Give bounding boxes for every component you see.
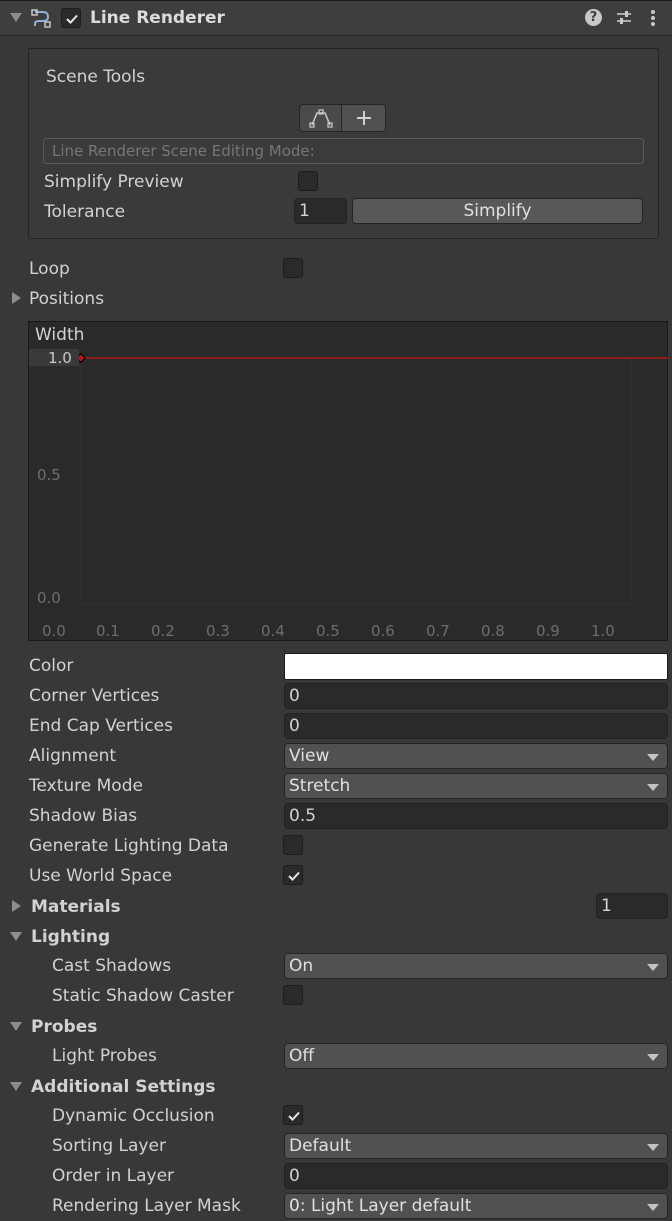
tolerance-label: Tolerance <box>44 202 126 222</box>
cast-shadows-label: Cast Shadows <box>52 956 172 976</box>
chevron-down-icon <box>647 1054 659 1061</box>
additional-foldout-arrow[interactable] <box>10 1082 22 1091</box>
positions-label[interactable]: Positions <box>29 289 104 309</box>
corner-vertices-field[interactable]: 0 <box>284 683 668 709</box>
x-tick-label: 0.7 <box>426 622 450 640</box>
add-points-button[interactable] <box>341 104 386 132</box>
rendering-layer-mask-dropdown[interactable]: 0: Light Layer default <box>284 1193 668 1219</box>
order-in-layer-field[interactable]: 0 <box>284 1163 668 1189</box>
tolerance-field[interactable]: 1 <box>294 198 347 224</box>
cast-shadows-dropdown[interactable]: On <box>284 953 668 979</box>
materials-foldout-arrow[interactable] <box>12 900 21 912</box>
width-curve-graph[interactable] <box>29 322 669 642</box>
alignment-value: View <box>289 746 330 766</box>
dynamic-occlusion-label: Dynamic Occlusion <box>52 1106 215 1126</box>
x-tick-label: 0.9 <box>536 622 560 640</box>
rendering-layer-mask-label: Rendering Layer Mask <box>52 1196 241 1216</box>
chevron-down-icon <box>647 1204 659 1211</box>
color-swatch[interactable] <box>284 653 668 680</box>
lighting-foldout-arrow[interactable] <box>10 932 22 941</box>
additional-settings-label[interactable]: Additional Settings <box>31 1077 216 1097</box>
simplify-preview-checkbox[interactable] <box>298 171 318 191</box>
shadow-bias-label: Shadow Bias <box>29 806 138 826</box>
alignment-dropdown[interactable]: View <box>284 743 668 769</box>
color-label: Color <box>29 656 74 676</box>
x-tick-label: 0.4 <box>261 622 285 640</box>
kebab-menu-icon[interactable] <box>648 8 658 28</box>
width-curve-editor[interactable] <box>28 321 669 642</box>
cast-shadows-value: On <box>289 956 314 976</box>
y-tick-label: 1.0 <box>48 349 72 367</box>
x-tick-label: 0.6 <box>371 622 395 640</box>
x-tick-label: 0.8 <box>481 622 505 640</box>
loop-label: Loop <box>29 259 70 279</box>
lighting-label[interactable]: Lighting <box>31 927 110 947</box>
chevron-down-icon <box>647 754 659 761</box>
rendering-layer-mask-value: 0: Light Layer default <box>289 1196 472 1216</box>
preset-icon[interactable] <box>615 9 633 27</box>
x-tick-label: 0.0 <box>42 622 66 640</box>
texture-mode-dropdown[interactable]: Stretch <box>284 773 668 799</box>
loop-checkbox[interactable] <box>283 258 303 278</box>
end-cap-vertices-label: End Cap Vertices <box>29 716 174 736</box>
generate-lighting-label: Generate Lighting Data <box>29 836 229 856</box>
chevron-down-icon <box>647 1144 659 1151</box>
x-tick-label: 0.2 <box>151 622 175 640</box>
sorting-layer-label: Sorting Layer <box>52 1136 166 1156</box>
positions-foldout-arrow[interactable] <box>12 292 21 304</box>
x-tick-label: 0.1 <box>96 622 120 640</box>
texture-mode-label: Texture Mode <box>29 776 143 796</box>
x-tick-label: 0.5 <box>316 622 340 640</box>
materials-label[interactable]: Materials <box>31 897 121 917</box>
probes-foldout-arrow[interactable] <box>10 1022 22 1031</box>
y-tick-label: 0.0 <box>37 589 61 607</box>
order-in-layer-label: Order in Layer <box>52 1166 175 1186</box>
simplify-button[interactable]: Simplify <box>352 198 643 224</box>
probes-label[interactable]: Probes <box>31 1017 97 1037</box>
scene-tools-title: Scene Tools <box>46 67 146 87</box>
x-tick-label: 1.0 <box>591 622 615 640</box>
component-enabled-checkbox[interactable] <box>61 8 81 28</box>
help-icon[interactable]: ? <box>585 9 602 26</box>
static-shadow-label: Static Shadow Caster <box>52 986 234 1006</box>
sorting-layer-value: Default <box>289 1136 352 1156</box>
static-shadow-checkbox[interactable] <box>283 985 303 1005</box>
materials-count-field[interactable]: 1 <box>596 893 668 919</box>
edit-points-icon <box>309 109 333 128</box>
light-probes-value: Off <box>289 1046 315 1066</box>
y-tick-label: 0.5 <box>37 466 61 484</box>
plus-icon <box>357 111 371 125</box>
component-title: Line Renderer <box>90 8 225 28</box>
chevron-down-icon <box>647 964 659 971</box>
line-renderer-component-icon <box>31 8 53 28</box>
sorting-layer-dropdown[interactable]: Default <box>284 1133 668 1159</box>
width-label: Width <box>35 325 85 345</box>
corner-vertices-label: Corner Vertices <box>29 686 160 706</box>
light-probes-label: Light Probes <box>52 1046 157 1066</box>
edit-points-button[interactable] <box>299 104 342 132</box>
alignment-label: Alignment <box>29 746 117 766</box>
light-probes-dropdown[interactable]: Off <box>284 1043 668 1069</box>
dynamic-occlusion-checkbox[interactable] <box>283 1105 303 1125</box>
world-space-label: Use World Space <box>29 866 173 886</box>
header-foldout-arrow[interactable] <box>10 13 22 22</box>
generate-lighting-checkbox[interactable] <box>283 835 303 855</box>
world-space-checkbox[interactable] <box>283 865 303 885</box>
x-tick-label: 0.3 <box>206 622 230 640</box>
simplify-preview-label: Simplify Preview <box>44 172 184 192</box>
checkmark-icon <box>288 1111 300 1121</box>
checkmark-icon <box>288 871 300 881</box>
chevron-down-icon <box>647 784 659 791</box>
shadow-bias-field[interactable]: 0.5 <box>284 803 668 829</box>
edit-mode-label: Line Renderer Scene Editing Mode: <box>52 142 315 160</box>
end-cap-vertices-field[interactable]: 0 <box>284 713 668 739</box>
texture-mode-value: Stretch <box>289 776 351 796</box>
